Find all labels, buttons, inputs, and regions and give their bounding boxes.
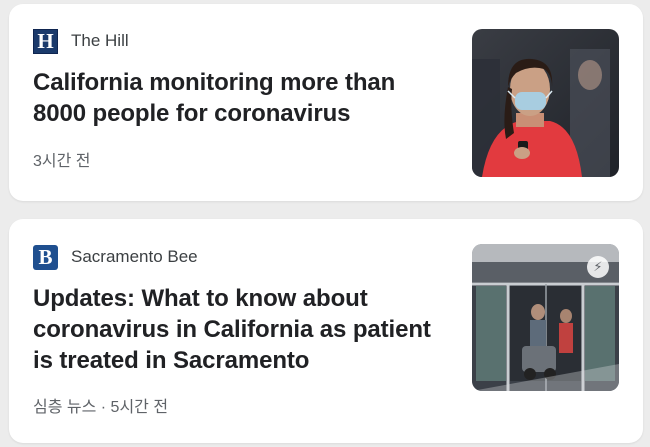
news-card[interactable]: H The Hill California monitoring more th… (9, 4, 643, 201)
thumbnail-image[interactable] (472, 29, 619, 177)
amp-lightning-icon: ⚡ (587, 256, 609, 278)
woman-mask-phone-photo-icon (472, 29, 619, 177)
headline[interactable]: California monitoring more than 8000 peo… (33, 67, 433, 129)
the-hill-logo-icon: H (33, 28, 58, 54)
news-card[interactable]: B Sacramento Bee Updates: What to know a… (9, 219, 643, 443)
timestamp: 3시간 전 (33, 153, 91, 170)
sacramento-bee-logo-icon: B (33, 244, 58, 270)
source-name: Sacramento Bee (71, 247, 198, 266)
source-row: H The Hill (33, 28, 129, 54)
headline[interactable]: Updates: What to know about coronavirus … (33, 283, 453, 376)
source-row: B Sacramento Bee (33, 244, 198, 270)
timestamp: 심층 뉴스 · 5시간 전 (33, 399, 169, 416)
source-name: The Hill (71, 31, 129, 50)
thumbnail-image[interactable]: ⚡ (472, 244, 619, 391)
